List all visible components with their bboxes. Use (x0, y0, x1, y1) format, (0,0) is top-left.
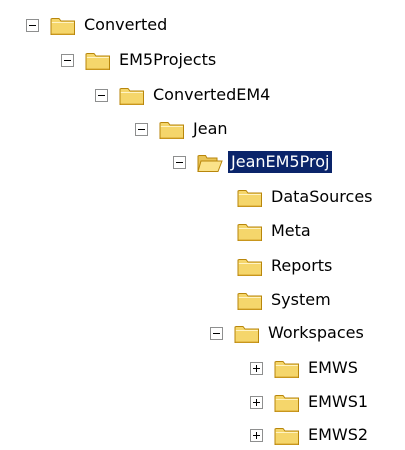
folder-open-icon (197, 152, 223, 173)
collapse-minus-icon[interactable] (210, 326, 223, 340)
folder-closed-icon (237, 256, 263, 277)
tree-node-converted[interactable]: Converted (26, 10, 170, 40)
tree-node-jeanem5proj[interactable]: JeanEM5Proj (173, 147, 333, 177)
tree-node-label[interactable]: EMWS1 (305, 391, 371, 413)
expand-plus-icon[interactable] (250, 395, 263, 409)
tree-node-convertedem4[interactable]: ConvertedEM4 (95, 80, 273, 110)
tree-node-label[interactable]: Converted (81, 14, 170, 36)
tree-node-label[interactable]: EMWS2 (305, 424, 371, 446)
tree-node-label[interactable]: Reports (268, 255, 335, 277)
tree-node-label[interactable]: EM5Projects (116, 49, 219, 71)
folder-tree: Converted EM5Projects ConvertedEM4 Jean … (0, 0, 405, 445)
folder-closed-icon (237, 221, 263, 242)
tree-node-label[interactable]: System (268, 289, 334, 311)
expand-plus-icon[interactable] (250, 361, 263, 375)
folder-closed-icon (159, 119, 185, 140)
collapse-minus-icon[interactable] (173, 155, 186, 169)
folder-closed-icon (234, 323, 260, 344)
tree-node-label[interactable]: ConvertedEM4 (150, 84, 273, 106)
folder-closed-icon (274, 392, 300, 413)
folder-closed-icon (237, 187, 263, 208)
folder-closed-icon (50, 15, 76, 36)
expand-plus-icon[interactable] (250, 428, 263, 442)
tree-node-workspaces[interactable]: Workspaces (210, 318, 367, 348)
tree-node-emws[interactable]: EMWS (250, 353, 361, 383)
tree-node-label[interactable]: Jean (190, 118, 231, 140)
tree-node-emws1[interactable]: EMWS1 (250, 387, 371, 417)
tree-node-reports[interactable]: Reports (237, 251, 335, 281)
tree-node-label-selected[interactable]: JeanEM5Proj (228, 151, 333, 173)
tree-node-label[interactable]: EMWS (305, 357, 361, 379)
collapse-minus-icon[interactable] (95, 88, 108, 102)
tree-node-datasources[interactable]: DataSources (237, 182, 376, 212)
collapse-minus-icon[interactable] (26, 18, 39, 32)
collapse-minus-icon[interactable] (61, 53, 74, 67)
tree-node-jean[interactable]: Jean (135, 114, 231, 144)
tree-node-em5projects[interactable]: EM5Projects (61, 45, 219, 75)
tree-node-emws2[interactable]: EMWS2 (250, 420, 371, 450)
folder-closed-icon (274, 358, 300, 379)
tree-node-system[interactable]: System (237, 285, 334, 315)
tree-node-label[interactable]: DataSources (268, 186, 376, 208)
folder-closed-icon (274, 425, 300, 446)
folder-closed-icon (119, 85, 145, 106)
tree-node-label[interactable]: Workspaces (265, 322, 367, 344)
folder-closed-icon (237, 290, 263, 311)
tree-node-meta[interactable]: Meta (237, 216, 314, 246)
folder-closed-icon (85, 50, 111, 71)
tree-node-label[interactable]: Meta (268, 220, 314, 242)
collapse-minus-icon[interactable] (135, 122, 148, 136)
